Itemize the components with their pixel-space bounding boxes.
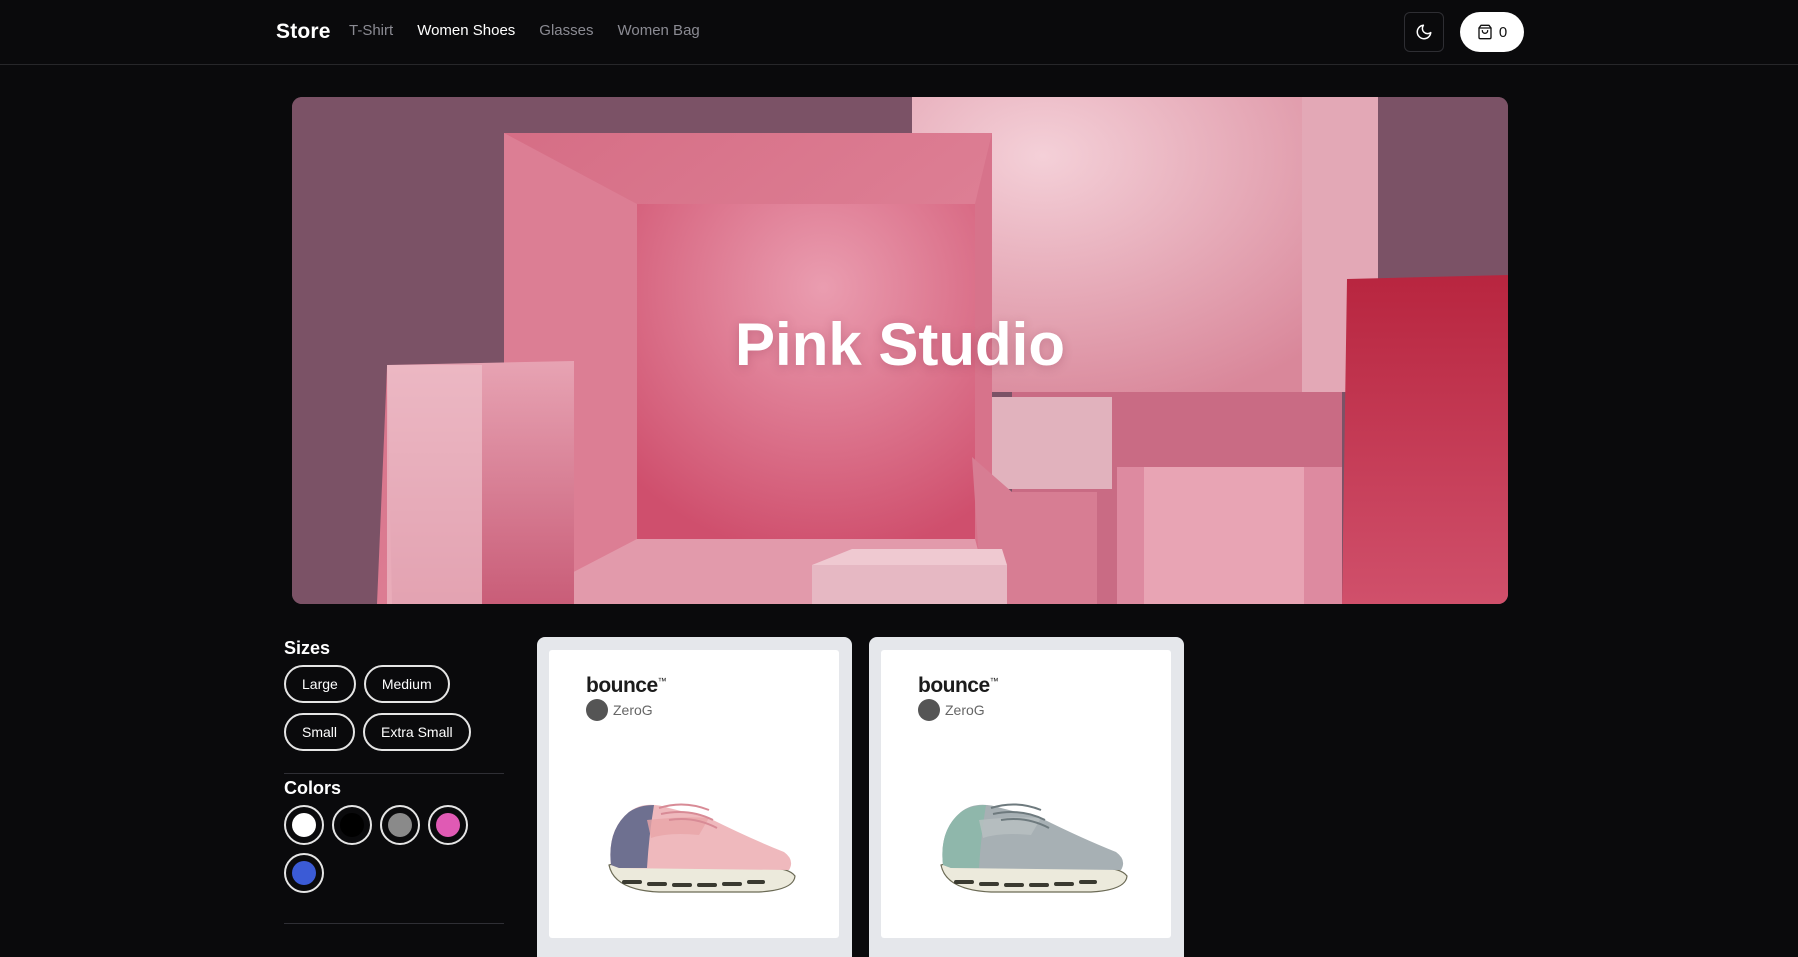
size-options: Large Medium Small Extra Small: [284, 665, 504, 751]
brand-name: bounce: [586, 674, 658, 697]
sizes-heading: Sizes: [284, 638, 331, 658]
nav-link-women-bag[interactable]: Women Bag: [617, 22, 699, 39]
cart-button[interactable]: 0: [1460, 12, 1524, 52]
color-swatch-blue[interactable]: [284, 853, 324, 893]
store-logo[interactable]: Store: [276, 20, 331, 44]
sub-brand-logo: ZeroG: [586, 699, 653, 721]
cart-count: 0: [1498, 23, 1508, 41]
size-medium-button[interactable]: Medium: [363, 665, 450, 703]
color-swatch-black[interactable]: [332, 805, 372, 845]
swatch-dot: [340, 813, 364, 837]
nav-link-women-shoes[interactable]: Women Shoes: [417, 22, 515, 39]
product-card[interactable]: bounce™ ZeroG: [869, 637, 1184, 957]
moon-icon: [1416, 24, 1432, 40]
leaf-icon: [586, 699, 608, 721]
product-card[interactable]: bounce™ ZeroG: [537, 637, 852, 957]
size-small-button[interactable]: Small: [284, 713, 356, 751]
shopping-bag-icon: [1478, 24, 1492, 40]
color-swatch-pink[interactable]: [428, 805, 468, 845]
filter-divider: [284, 923, 504, 924]
size-extra-small-button[interactable]: Extra Small: [363, 713, 471, 751]
hero-banner: Pink Studio: [292, 97, 1508, 604]
colors-heading: Colors: [284, 778, 342, 798]
swatch-dot: [292, 813, 316, 837]
category-nav: T-Shirt Women Shoes Glasses Women Bag: [349, 22, 700, 39]
swatch-dot: [388, 813, 412, 837]
theme-toggle-button[interactable]: [1404, 12, 1444, 52]
filters-sidebar: Sizes Large Medium Small Extra Small Col…: [284, 638, 504, 924]
filter-divider: [284, 773, 504, 774]
nav-link-glasses[interactable]: Glasses: [539, 22, 593, 39]
sub-brand-name: ZeroG: [945, 702, 985, 718]
shoe-image: [940, 803, 1128, 893]
brand-name: bounce: [918, 674, 990, 697]
color-swatch-white[interactable]: [284, 805, 324, 845]
color-swatch-gray[interactable]: [380, 805, 420, 845]
shoe-image: [608, 803, 796, 893]
color-options: [284, 805, 484, 893]
hero-title: Pink Studio: [735, 311, 1065, 378]
brand-logo: bounce™: [586, 674, 667, 698]
product-image: bounce™ ZeroG: [549, 650, 839, 938]
top-navbar: Store T-Shirt Women Shoes Glasses Women …: [0, 0, 1798, 65]
leaf-icon: [918, 699, 940, 721]
size-large-button[interactable]: Large: [284, 665, 356, 703]
product-image: bounce™ ZeroG: [881, 650, 1171, 938]
nav-link-t-shirt[interactable]: T-Shirt: [349, 22, 393, 39]
brand-mark: ™: [657, 676, 667, 686]
sub-brand-logo: ZeroG: [918, 699, 985, 721]
sub-brand-name: ZeroG: [613, 702, 653, 718]
swatch-dot: [436, 813, 460, 837]
swatch-dot: [292, 861, 316, 885]
brand-mark: ™: [989, 676, 999, 686]
brand-logo: bounce™: [918, 674, 999, 698]
